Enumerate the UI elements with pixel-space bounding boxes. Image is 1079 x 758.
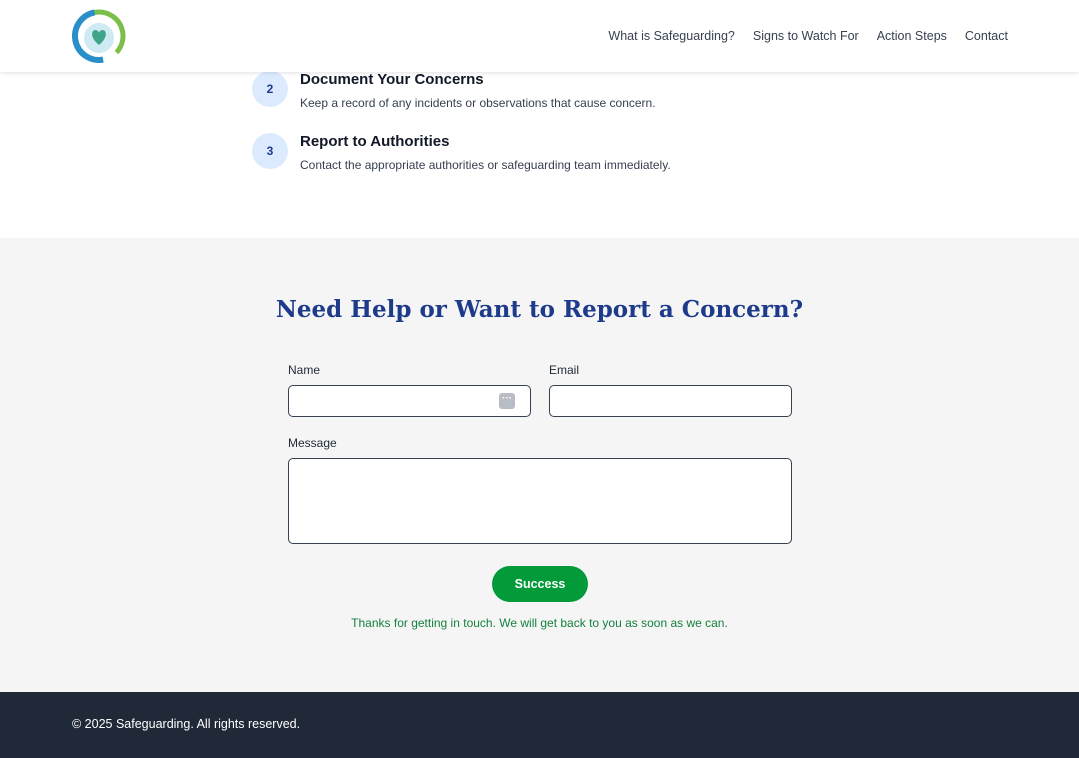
nav-what-is-safeguarding[interactable]: What is Safeguarding? — [608, 29, 734, 43]
message-textarea[interactable] — [288, 458, 792, 544]
success-message: Thanks for getting in touch. We will get… — [351, 616, 728, 630]
step-number-badge: 3 — [252, 133, 288, 169]
nav-contact[interactable]: Contact — [965, 29, 1008, 43]
site-footer: © 2025 Safeguarding. All rights reserved… — [0, 692, 1079, 758]
step-number-badge: 2 — [252, 71, 288, 107]
name-label: Name — [288, 363, 321, 377]
heart-hands-logo-icon[interactable] — [72, 9, 126, 63]
step-description: Contact the appropriate authorities or s… — [300, 158, 671, 172]
contact-title: Need Help or Want to Report a Concern? — [275, 296, 804, 323]
message-label: Message — [288, 436, 337, 450]
main-nav: What is Safeguarding? Signs to Watch For… — [608, 0, 1008, 72]
step-item: 3 Report to Authorities Contact the appr… — [252, 133, 671, 172]
contact-section: Need Help or Want to Report a Concern? N… — [0, 238, 1079, 692]
email-label: Email — [549, 363, 580, 377]
nav-signs-to-watch-for[interactable]: Signs to Watch For — [753, 29, 859, 43]
action-steps-section: 2 Document Your Concerns Keep a record o… — [0, 71, 1079, 238]
step-title: Document Your Concerns — [300, 71, 484, 88]
step-description: Keep a record of any incidents or observ… — [300, 96, 656, 110]
site-header: What is Safeguarding? Signs to Watch For… — [0, 0, 1079, 72]
copyright-text: © 2025 Safeguarding. All rights reserved… — [72, 717, 301, 731]
autofill-icon[interactable]: ··· — [499, 393, 515, 409]
email-input[interactable] — [549, 385, 792, 417]
submit-button[interactable]: Success — [492, 566, 588, 602]
step-item: 2 Document Your Concerns Keep a record o… — [252, 71, 656, 110]
nav-action-steps[interactable]: Action Steps — [877, 29, 947, 43]
step-title: Report to Authorities — [300, 133, 450, 150]
name-input[interactable] — [288, 385, 531, 417]
